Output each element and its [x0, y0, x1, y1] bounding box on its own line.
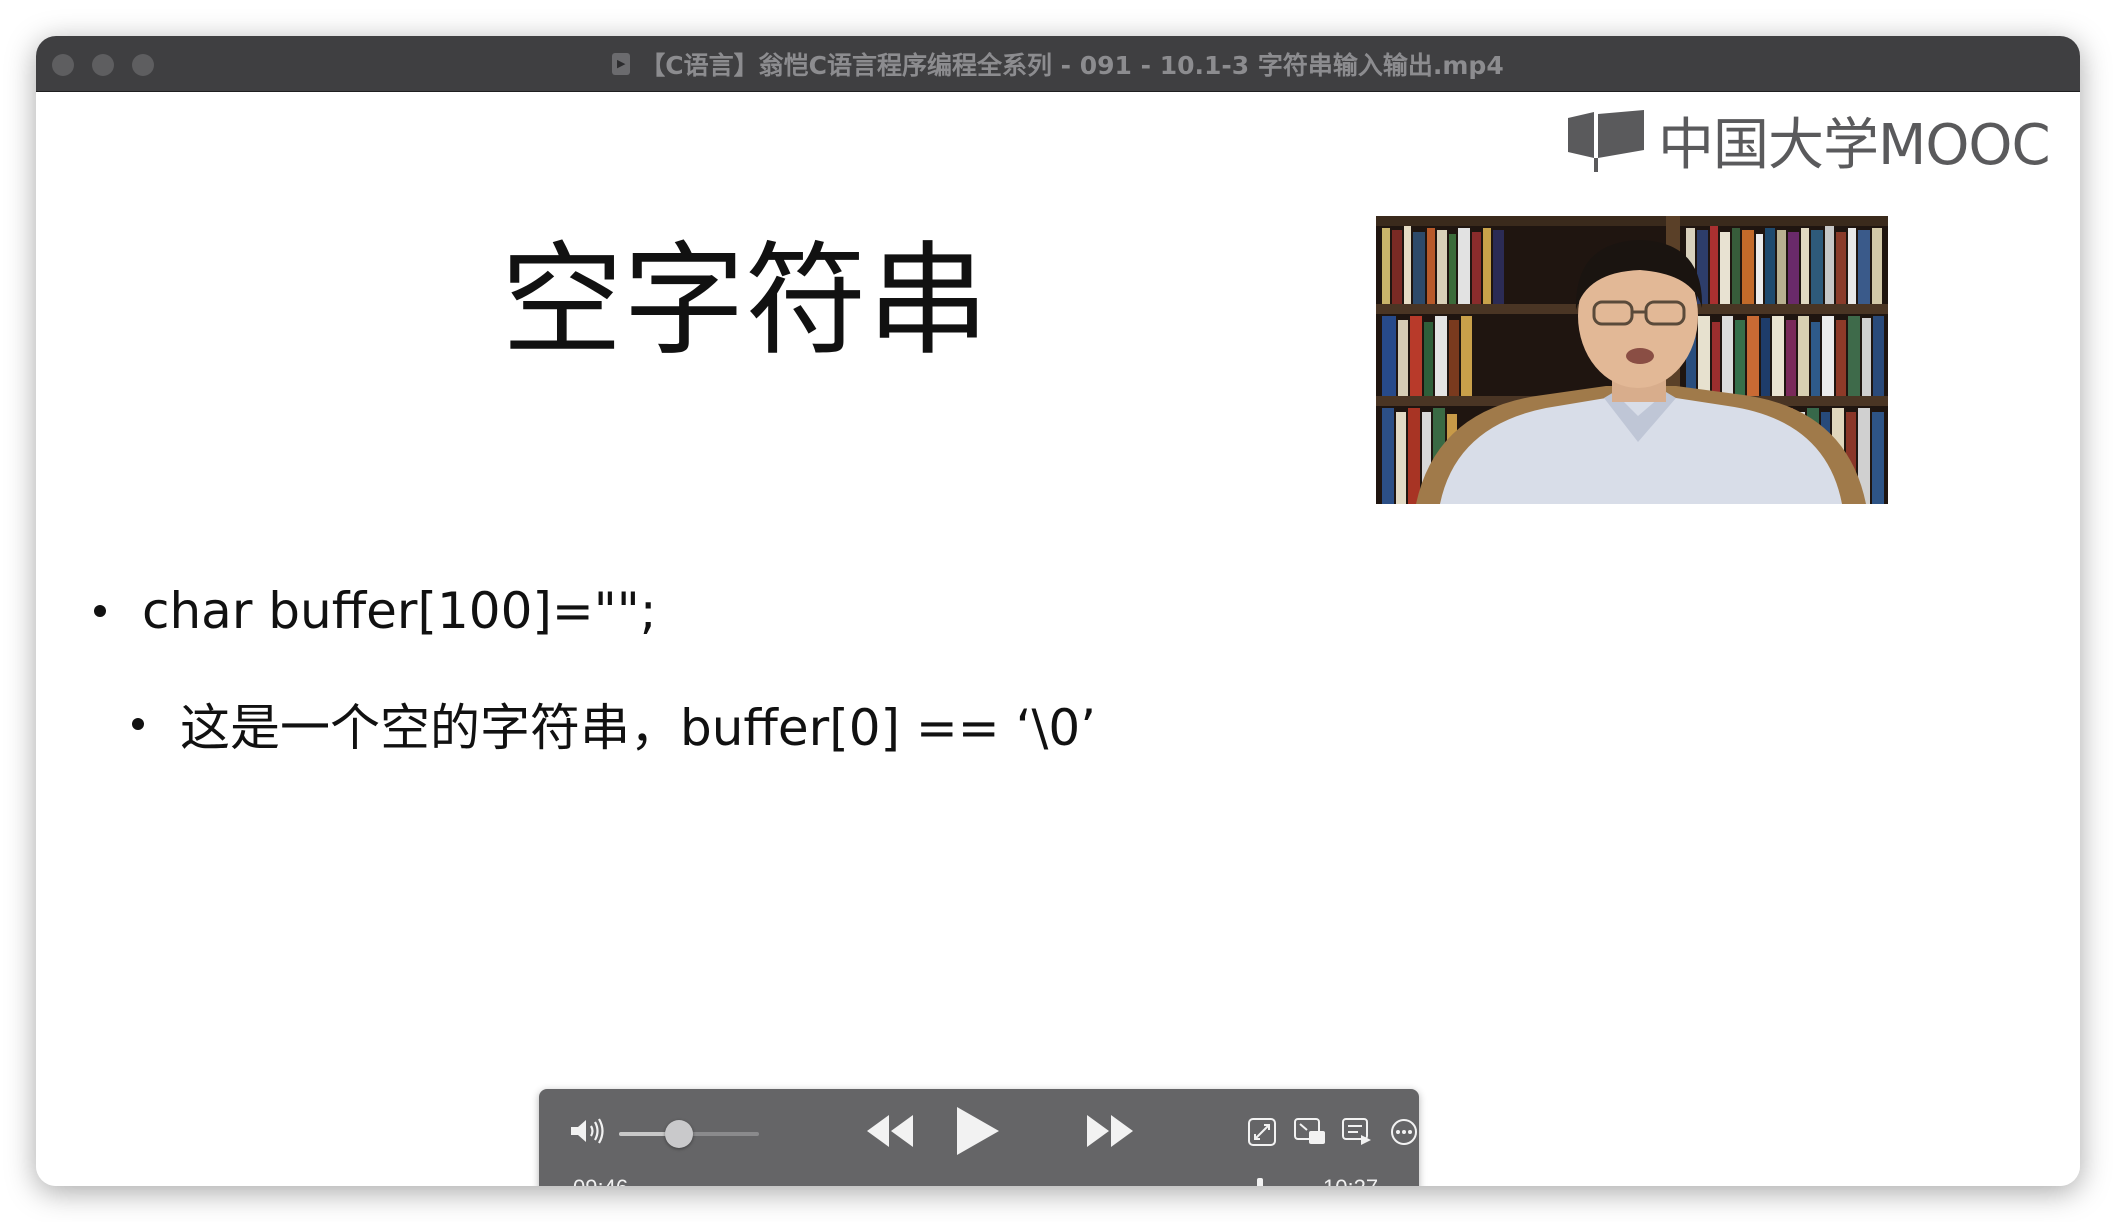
fullscreen-icon — [1248, 1118, 1276, 1146]
bullet-dot — [94, 605, 106, 617]
player-window: ▶ 【C语言】翁恺C语言程序编程全系列 - 091 - 10.1-3 字符串输入… — [36, 36, 2080, 1186]
play-button[interactable] — [951, 1103, 1001, 1163]
bullet-text: char buffer[100]=""; — [142, 582, 657, 640]
instructor-image — [1376, 216, 1888, 504]
bullet-dot — [132, 718, 144, 730]
video-frame[interactable]: 中国大学MOOC 空字符串 char buffer[100]=""; 这是一个空… — [36, 92, 2080, 1186]
bullet-text: 这是一个空的字符串，buffer[0] == ‘\0’ — [180, 699, 1097, 757]
volume-icon — [571, 1118, 604, 1144]
mooc-logo: 中国大学MOOC — [1564, 100, 2051, 181]
bullet-item: char buffer[100]=""; — [94, 582, 657, 640]
rewind-button[interactable] — [865, 1111, 915, 1155]
scrubber-playhead[interactable] — [1257, 1178, 1263, 1186]
playback-controls: 09:46 10:27 — [539, 1089, 1419, 1186]
volume-slider-knob[interactable] — [665, 1120, 693, 1148]
window-title: 【C语言】翁恺C语言程序编程全系列 - 091 - 10.1-3 字符串输入输出… — [640, 50, 1504, 80]
title-bar[interactable]: ▶ 【C语言】翁恺C语言程序编程全系列 - 091 - 10.1-3 字符串输入… — [36, 36, 2080, 92]
logo-text: 中国大学MOOC — [1658, 113, 2051, 178]
fullscreen-button[interactable] — [1247, 1117, 1277, 1151]
sub-bullet-item: 这是一个空的字符串，buffer[0] == ‘\0’ — [132, 688, 1096, 760]
picture-in-picture-button[interactable] — [1293, 1117, 1327, 1151]
picture-in-picture-icon — [1294, 1118, 1325, 1144]
subtitles-icon — [1342, 1118, 1371, 1145]
video-file-icon: ▶ — [612, 52, 631, 75]
volume-button[interactable] — [567, 1115, 607, 1151]
play-icon — [957, 1107, 999, 1155]
more-icon — [1391, 1119, 1417, 1145]
instructor-video — [1376, 216, 1888, 504]
fast-forward-button[interactable] — [1085, 1111, 1135, 1155]
current-time: 09:46 — [573, 1175, 628, 1186]
fast-forward-icon — [1087, 1115, 1133, 1147]
more-button[interactable] — [1389, 1117, 1419, 1151]
book-logo-icon — [1568, 109, 1644, 172]
total-time: 10:27 — [1323, 1175, 1378, 1186]
subtitles-button[interactable] — [1341, 1117, 1373, 1151]
rewind-icon — [867, 1115, 913, 1147]
slide-title: 空字符串 — [501, 230, 989, 372]
